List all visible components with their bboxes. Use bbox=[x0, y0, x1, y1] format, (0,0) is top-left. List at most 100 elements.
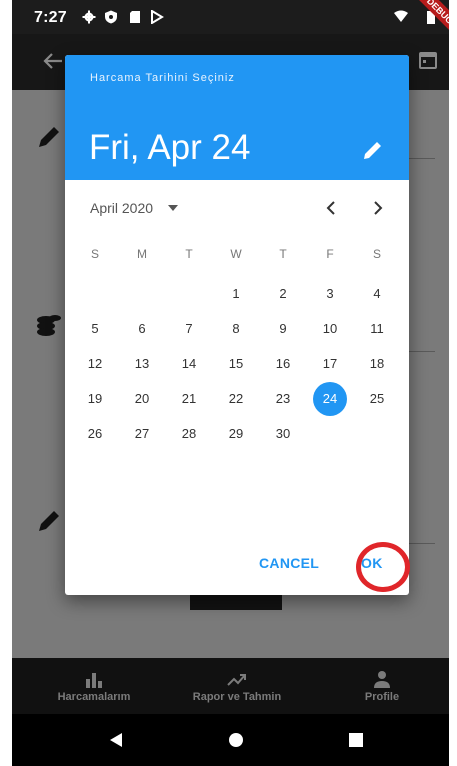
day-cell[interactable]: 14 bbox=[166, 347, 212, 381]
nav-label: Harcamalarım bbox=[57, 691, 131, 703]
day-cell[interactable]: 20 bbox=[119, 382, 165, 416]
system-nav-bar bbox=[12, 714, 449, 766]
day-cell[interactable]: 19 bbox=[72, 382, 118, 416]
day-cell-selected[interactable]: 24 bbox=[307, 382, 353, 416]
day-cell[interactable]: 2 bbox=[260, 277, 306, 311]
day-cell[interactable]: 18 bbox=[354, 347, 400, 381]
sd-card-icon bbox=[130, 11, 140, 23]
screen: 7:27 DEBUG Harcamalarım Rapor ve Tahmin … bbox=[12, 0, 449, 766]
day-cell[interactable]: 30 bbox=[260, 417, 306, 451]
day-number: 8 bbox=[232, 321, 240, 336]
weekday-label: M bbox=[137, 247, 147, 261]
day-cell[interactable]: 25 bbox=[354, 382, 400, 416]
weekday-label: T bbox=[185, 247, 193, 261]
day-cell[interactable]: 5 bbox=[72, 312, 118, 346]
day-number: 16 bbox=[275, 356, 291, 371]
phone-frame: 7:27 DEBUG Harcamalarım Rapor ve Tahmin … bbox=[0, 0, 457, 766]
edit-pencil-icon[interactable] bbox=[362, 139, 384, 161]
day-number: 12 bbox=[87, 356, 103, 371]
home-circle-icon[interactable] bbox=[228, 732, 244, 748]
day-number: 7 bbox=[185, 321, 193, 336]
day-cell[interactable]: 13 bbox=[119, 347, 165, 381]
day-number: 23 bbox=[275, 391, 291, 406]
day-cell[interactable]: 17 bbox=[307, 347, 353, 381]
back-arrow-icon[interactable] bbox=[42, 50, 64, 72]
status-time: 7:27 bbox=[34, 9, 67, 26]
gear-icon bbox=[82, 10, 96, 24]
day-number: 18 bbox=[369, 356, 385, 371]
day-number: 9 bbox=[279, 321, 287, 336]
nav-item-rapor-ve-tahmin[interactable]: Rapor ve Tahmin bbox=[182, 658, 292, 714]
day-cell[interactable]: 15 bbox=[213, 347, 259, 381]
pencil-icon bbox=[39, 511, 59, 531]
weekday-header: SMTWTFS bbox=[72, 247, 402, 267]
day-number: 19 bbox=[87, 391, 103, 406]
day-cell[interactable]: 1 bbox=[213, 277, 259, 311]
chevron-right-icon[interactable] bbox=[366, 196, 390, 220]
pencil-icon bbox=[39, 127, 59, 147]
nav-label: Profile bbox=[364, 691, 400, 703]
day-cell[interactable]: 11 bbox=[354, 312, 400, 346]
weekday-label: T bbox=[279, 247, 287, 261]
day-cell[interactable]: 27 bbox=[119, 417, 165, 451]
day-cell[interactable]: 21 bbox=[166, 382, 212, 416]
day-number: 27 bbox=[134, 426, 150, 441]
day-number: 26 bbox=[87, 426, 103, 441]
dialog-help-text: Harcama Tarihini Seçiniz bbox=[90, 72, 235, 84]
day-number: 10 bbox=[322, 321, 338, 336]
caret-down-icon[interactable] bbox=[167, 202, 179, 214]
day-grid: 1 2 3 4 5 6 7 8 9 10 11 12 13 14 15 16 17 18 19 20 21 22 23 24 2… bbox=[72, 277, 402, 487]
dialog-header: Harcama Tarihini Seçiniz Fri, Apr 24 bbox=[65, 55, 409, 180]
nav-item-profile[interactable]: Profile bbox=[342, 658, 422, 714]
day-cell[interactable]: 10 bbox=[307, 312, 353, 346]
month-label[interactable]: April 2020 bbox=[90, 200, 153, 216]
date-picker-dialog: Harcama Tarihini Seçiniz Fri, Apr 24 Apr… bbox=[65, 55, 409, 595]
day-number: 2 bbox=[279, 286, 287, 301]
status-bar: 7:27 DEBUG bbox=[12, 0, 449, 48]
recents-square-icon[interactable] bbox=[348, 732, 364, 748]
nav-item-harcamalarim[interactable]: Harcamalarım bbox=[46, 658, 142, 714]
day-cell[interactable]: 7 bbox=[166, 312, 212, 346]
play-icon bbox=[151, 10, 164, 24]
day-cell[interactable]: 12 bbox=[72, 347, 118, 381]
trending-up-icon bbox=[227, 674, 246, 686]
weekday-label: S bbox=[90, 247, 99, 261]
selected-date: Fri, Apr 24 bbox=[89, 128, 251, 167]
month-selector-row: April 2020 bbox=[65, 180, 409, 238]
day-cell[interactable]: 16 bbox=[260, 347, 306, 381]
day-cell[interactable]: 3 bbox=[307, 277, 353, 311]
back-triangle-icon[interactable] bbox=[108, 732, 124, 748]
day-cell[interactable]: 26 bbox=[72, 417, 118, 451]
weekday-label: S bbox=[372, 247, 381, 261]
wifi-icon bbox=[394, 10, 408, 22]
divider bbox=[407, 158, 435, 159]
day-number: 3 bbox=[326, 286, 334, 301]
day-number: 21 bbox=[181, 391, 197, 406]
weekday-label: W bbox=[230, 247, 242, 261]
day-number: 13 bbox=[134, 356, 150, 371]
cancel-button[interactable]: CANCEL bbox=[259, 555, 319, 571]
bottom-nav: Harcamalarım Rapor ve Tahmin Profile bbox=[12, 658, 449, 714]
day-number: 14 bbox=[181, 356, 197, 371]
day-cell[interactable]: 9 bbox=[260, 312, 306, 346]
person-icon bbox=[374, 671, 390, 688]
coins-icon bbox=[37, 315, 61, 336]
day-number: 11 bbox=[370, 321, 384, 336]
day-cell[interactable]: 4 bbox=[354, 277, 400, 311]
day-cell[interactable]: 23 bbox=[260, 382, 306, 416]
day-number: 29 bbox=[228, 426, 244, 441]
calendar-icon[interactable] bbox=[418, 50, 438, 70]
day-cell[interactable]: 29 bbox=[213, 417, 259, 451]
day-number: 4 bbox=[373, 286, 381, 301]
nav-label: Rapor ve Tahmin bbox=[192, 691, 282, 703]
day-number: 1 bbox=[232, 286, 240, 301]
day-number: 28 bbox=[181, 426, 197, 441]
chevron-left-icon[interactable] bbox=[319, 196, 343, 220]
day-cell[interactable]: 8 bbox=[213, 312, 259, 346]
bar-chart-icon bbox=[86, 673, 102, 688]
day-cell[interactable]: 28 bbox=[166, 417, 212, 451]
day-cell[interactable]: 6 bbox=[119, 312, 165, 346]
day-cell[interactable]: 22 bbox=[213, 382, 259, 416]
day-number: 15 bbox=[228, 356, 244, 371]
day-number: 17 bbox=[322, 356, 338, 371]
